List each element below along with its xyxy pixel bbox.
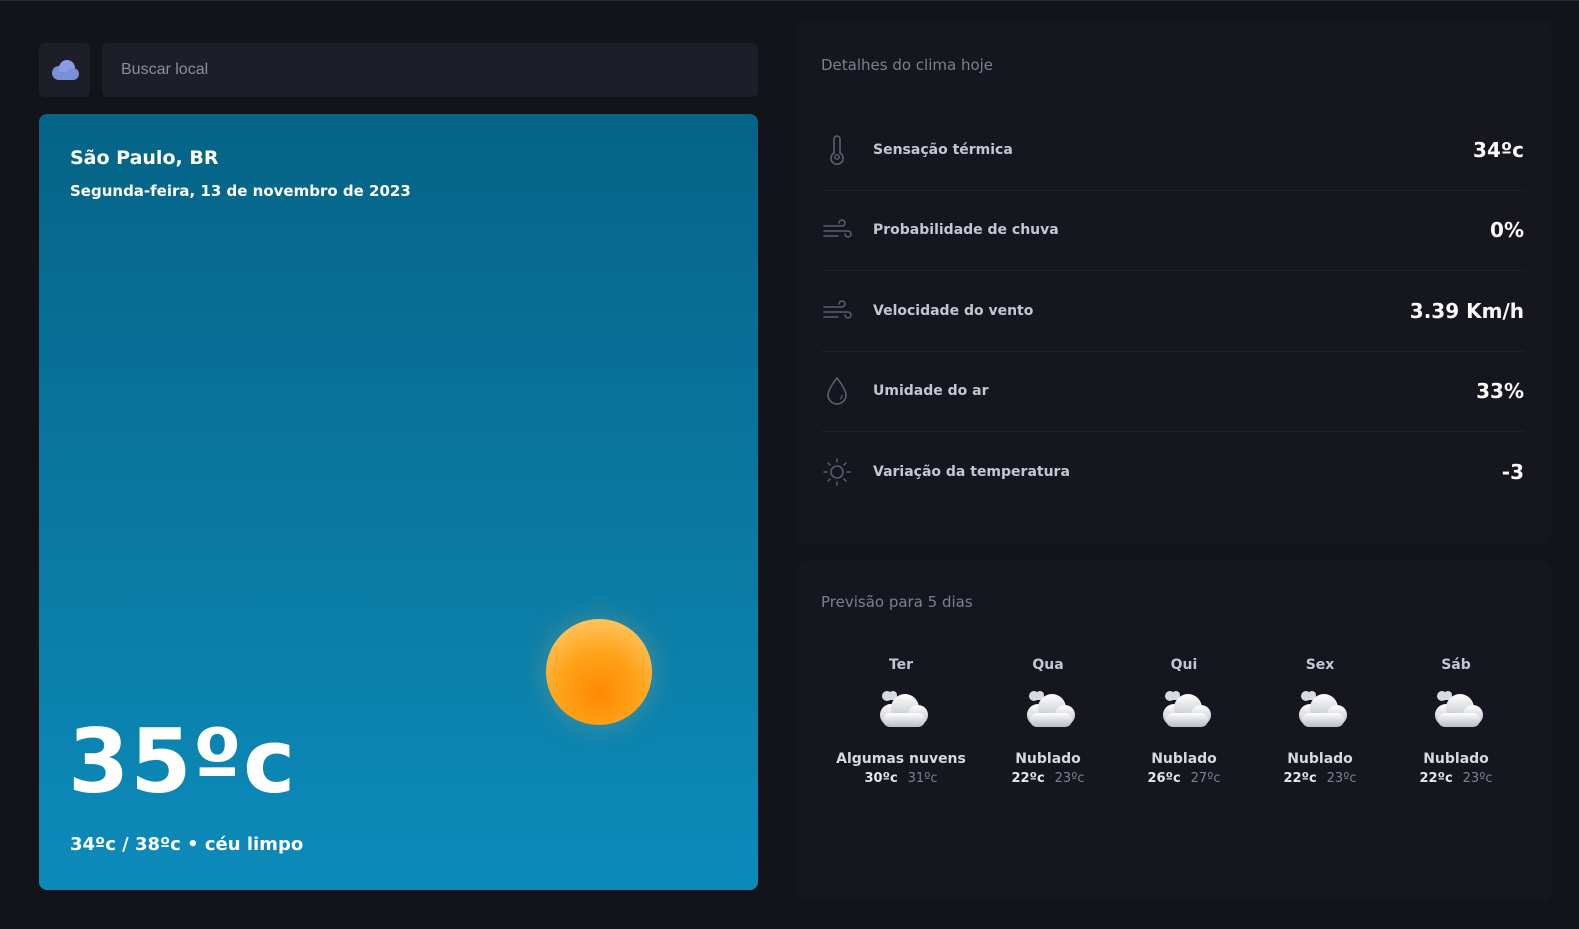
detail-label: Sensação térmica — [873, 141, 1013, 158]
forecast-day: Sáb Nublado 22ºc 23ºc — [1386, 657, 1526, 786]
detail-label: Variação da temperatura — [873, 464, 1070, 481]
day-max-temp: 23ºc — [1326, 771, 1357, 786]
day-min-temp: 22ºc — [1011, 771, 1045, 786]
day-name: Sex — [1305, 657, 1335, 673]
forecast-day: Sex Nublado 22ºc 23ºc — [1250, 657, 1390, 786]
partly-cloudy-icon — [880, 691, 928, 727]
forecast-title: Previsão para 5 dias — [821, 593, 973, 611]
city-name: São Paulo, BR — [70, 147, 219, 169]
day-description: Nublado — [1423, 751, 1489, 767]
cloud-logo-icon — [51, 60, 79, 80]
app-logo-button[interactable] — [39, 43, 90, 97]
forecast-day: Qua Nublado 22ºc 23ºc — [978, 657, 1118, 786]
day-description: Nublado — [1151, 751, 1217, 767]
detail-label: Umidade do ar — [873, 383, 989, 400]
day-max-temp: 27ºc — [1190, 771, 1221, 786]
day-description: Nublado — [1287, 751, 1353, 767]
cloudy-icon — [1027, 691, 1075, 727]
day-max-temp: 23ºc — [1054, 771, 1085, 786]
detail-value: 33% — [1476, 379, 1524, 404]
thermometer-icon — [821, 134, 853, 166]
forecast-days: Ter Algumas nuvens 30ºc 31ºc Qua Nublado … — [821, 657, 1524, 807]
day-description: Nublado — [1015, 751, 1081, 767]
weather-app: São Paulo, BR Segunda-feira, 13 de novem… — [0, 0, 1579, 929]
cloudy-icon — [1299, 691, 1347, 727]
detail-value: 34ºc — [1473, 137, 1524, 162]
search-input[interactable] — [102, 43, 758, 97]
detail-row: Velocidade do vento 3.39 Km/h — [821, 271, 1524, 352]
forecast-panel: Previsão para 5 dias Ter Algumas nuvens … — [797, 561, 1551, 901]
detail-value: -3 — [1501, 460, 1524, 485]
cloudy-icon — [1435, 691, 1483, 727]
day-name: Ter — [888, 657, 914, 673]
day-name: Sáb — [1441, 657, 1471, 673]
detail-row: Sensação térmica 34ºc — [821, 110, 1524, 191]
current-date: Segunda-feira, 13 de novembro de 2023 — [70, 182, 411, 200]
wind-icon — [821, 295, 853, 327]
drop-icon — [821, 375, 853, 407]
detail-value: 3.39 Km/h — [1409, 298, 1524, 323]
detail-label: Probabilidade de chuva — [873, 222, 1059, 239]
day-max-temp: 31ºc — [907, 771, 938, 786]
current-weather-card: São Paulo, BR Segunda-feira, 13 de novem… — [39, 114, 758, 890]
detail-row: Umidade do ar 33% — [821, 352, 1524, 432]
cloudy-icon — [1163, 691, 1211, 727]
day-min-temp: 30ºc — [864, 771, 898, 786]
detail-row: Probabilidade de chuva 0% — [821, 191, 1524, 271]
weather-details-panel: Detalhes do clima hoje Sensação térmica … — [797, 20, 1551, 544]
day-max-temp: 23ºc — [1462, 771, 1493, 786]
forecast-day: Qui Nublado 26ºc 27ºc — [1114, 657, 1254, 786]
detail-value: 0% — [1490, 218, 1524, 243]
wind-icon — [821, 214, 853, 246]
day-name: Qui — [1170, 657, 1198, 673]
temperature-summary: 34ºc / 38ºc • céu limpo — [70, 834, 304, 855]
detail-row: Variação da temperatura -3 — [821, 432, 1524, 513]
day-name: Qua — [1032, 657, 1064, 673]
day-description: Algumas nuvens — [836, 751, 966, 767]
day-min-temp: 22ºc — [1419, 771, 1453, 786]
details-title: Detalhes do clima hoje — [821, 56, 994, 74]
forecast-day: Ter Algumas nuvens 30ºc 31ºc — [831, 657, 971, 786]
day-min-temp: 26ºc — [1147, 771, 1181, 786]
detail-label: Velocidade do vento — [873, 302, 1034, 319]
sun-icon — [821, 456, 853, 488]
day-min-temp: 22ºc — [1283, 771, 1317, 786]
details-list: Sensação térmica 34ºc Probabilidade de c… — [821, 110, 1524, 513]
current-temperature: 35ºc — [68, 710, 297, 813]
sun-icon — [546, 619, 652, 725]
